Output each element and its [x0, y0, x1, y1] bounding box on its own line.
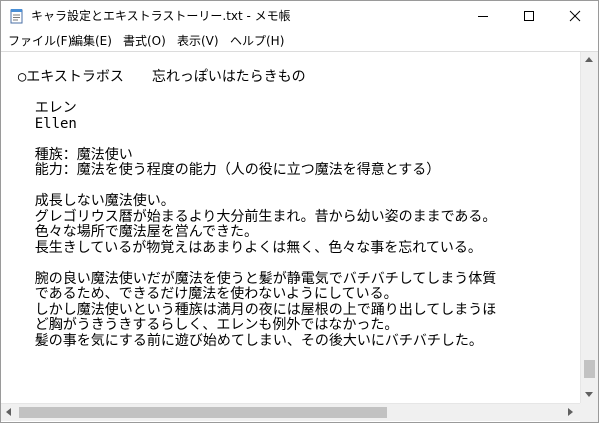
minimize-icon [478, 16, 488, 17]
notepad-window: キャラ設定とエキストラストーリー.txt - メモ帳 ファイル(F) 編集(E)… [0, 0, 599, 423]
text-line: 色々な場所で魔法屋を営んできた。 [1, 224, 259, 240]
horizontal-scroll-thumb[interactable] [19, 407, 387, 418]
scrollbar-corner [580, 403, 598, 422]
scroll-right-icon[interactable] [568, 408, 573, 416]
maximize-button[interactable] [506, 1, 552, 31]
close-icon [569, 10, 581, 22]
menu-bar: ファイル(F) 編集(E) 書式(O) 表示(V) ヘルプ(H) [1, 31, 598, 51]
scroll-left-icon[interactable] [6, 408, 11, 416]
menu-edit[interactable]: 編集(E) [69, 31, 114, 51]
text-line: エレン [1, 100, 77, 116]
minimize-button[interactable] [460, 1, 506, 31]
text-line: ○エキストラボス 忘れっぽいはたらきもの [1, 69, 306, 85]
menu-format[interactable]: 書式(O) [121, 31, 168, 51]
text-line: グレゴリウス暦が始まるより大分前生まれ。昔から幼い姿のままである。 [1, 208, 497, 225]
text-line: 種族：魔法使い [1, 146, 133, 163]
text-line: Ellen [1, 115, 77, 132]
text-editor[interactable]: ○エキストラボス 忘れっぽいはたらきもの エレン Ellen 種族：魔法使い 能… [1, 51, 598, 403]
text-line: 腕の良い魔法使いだが魔法を使うと髪が静電気でバチバチしてしまう体質 [1, 270, 497, 287]
close-button[interactable] [552, 1, 598, 31]
text-line: 長生きしているが物覚えはあまりよくは無く、色々な事を忘れている。 [1, 239, 482, 256]
scroll-up-icon[interactable] [585, 57, 593, 62]
vertical-scroll-thumb[interactable] [584, 360, 595, 378]
title-bar[interactable]: キャラ設定とエキストラストーリー.txt - メモ帳 [1, 1, 598, 31]
text-line: であるため、できるだけ魔法を使わないようにしている。 [1, 286, 398, 302]
scroll-down-icon[interactable] [585, 392, 593, 397]
text-line: 成長しない魔法使い。 [1, 193, 175, 209]
vertical-scrollbar[interactable] [580, 52, 598, 403]
notepad-icon [10, 9, 23, 24]
document-text[interactable]: ○エキストラボス 忘れっぽいはたらきもの エレン Ellen 種族：魔法使い 能… [1, 52, 580, 403]
menu-file[interactable]: ファイル(F) [6, 31, 74, 51]
maximize-icon [524, 11, 534, 21]
text-line: 能力：魔法を使う程度の能力（人の役に立つ魔法を得意とする） [1, 162, 441, 178]
text-line: しかし魔法使いという種族は満月の夜には屋根の上で踊り出してしまうほ [1, 301, 497, 318]
window-title: キャラ設定とエキストラストーリー.txt - メモ帳 [31, 9, 291, 23]
menu-help[interactable]: ヘルプ(H) [228, 31, 286, 51]
text-line: 髪の事を気にする前に遊び始めてしまい、その後大いにバチバチした。 [1, 332, 483, 349]
text-line: ど胸がうきうきするらしく、エレンも例外ではなかった。 [1, 317, 399, 333]
menu-view[interactable]: 表示(V) [175, 31, 221, 51]
horizontal-scrollbar[interactable] [1, 403, 580, 421]
